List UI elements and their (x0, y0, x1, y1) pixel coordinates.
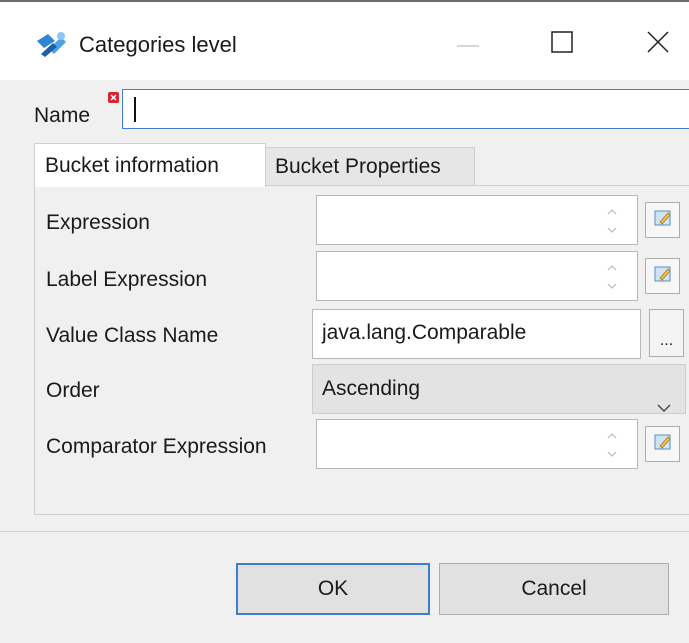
value-class-name-input[interactable]: java.lang.Comparable (312, 309, 641, 359)
expression-input[interactable] (316, 195, 638, 245)
maximize-icon (551, 30, 573, 58)
tab-label: Bucket Properties (275, 154, 441, 178)
chevron-down-icon (657, 383, 671, 412)
value-class-name-label: Value Class Name (46, 324, 219, 347)
browse-class-button[interactable]: ... (649, 309, 684, 357)
maximize-button[interactable] (532, 22, 592, 66)
minimize-button[interactable] (438, 22, 498, 66)
name-input[interactable] (122, 89, 689, 129)
label-expression-editor-button[interactable] (645, 258, 680, 294)
text-caret (134, 97, 136, 122)
order-select[interactable]: Ascending (312, 364, 686, 414)
cancel-button[interactable]: Cancel (439, 563, 669, 615)
minimize-icon (457, 35, 479, 53)
window-title: Categories level (79, 32, 237, 57)
window-top-border (0, 0, 689, 8)
close-button[interactable] (628, 22, 688, 66)
ok-button[interactable]: OK (236, 563, 430, 615)
tab-bucket-information[interactable]: Bucket information (34, 143, 266, 187)
order-selected-value: Ascending (322, 377, 421, 400)
scroll-arrows-icon[interactable] (605, 257, 619, 297)
comparator-expression-label: Comparator Expression (46, 435, 267, 458)
ok-button-label: OK (317, 577, 349, 600)
value-class-name-value: java.lang.Comparable (322, 321, 527, 344)
close-icon (647, 30, 669, 58)
expression-label: Expression (46, 211, 150, 234)
order-label: Order (46, 379, 100, 402)
error-badge-icon (108, 90, 119, 103)
tool-icon (35, 29, 69, 59)
browse-button-label: ... (659, 332, 674, 349)
tab-bucket-properties[interactable]: Bucket Properties (266, 147, 475, 186)
title-bar[interactable]: Categories level (0, 8, 689, 80)
scroll-arrows-icon[interactable] (605, 201, 619, 241)
edit-expression-icon (653, 264, 673, 289)
comparator-expression-editor-button[interactable] (645, 426, 680, 462)
label-expression-label: Label Expression (46, 268, 208, 291)
comparator-expression-input[interactable] (316, 419, 638, 469)
label-expression-input[interactable] (316, 251, 638, 301)
cancel-button-label: Cancel (521, 577, 587, 600)
edit-expression-icon (653, 208, 673, 233)
tab-label: Bucket information (45, 153, 219, 177)
scroll-arrows-icon[interactable] (605, 425, 619, 465)
edit-expression-icon (653, 432, 673, 457)
name-label: Name (34, 104, 91, 127)
expression-editor-button[interactable] (645, 202, 680, 238)
button-bar-separator (0, 531, 689, 532)
